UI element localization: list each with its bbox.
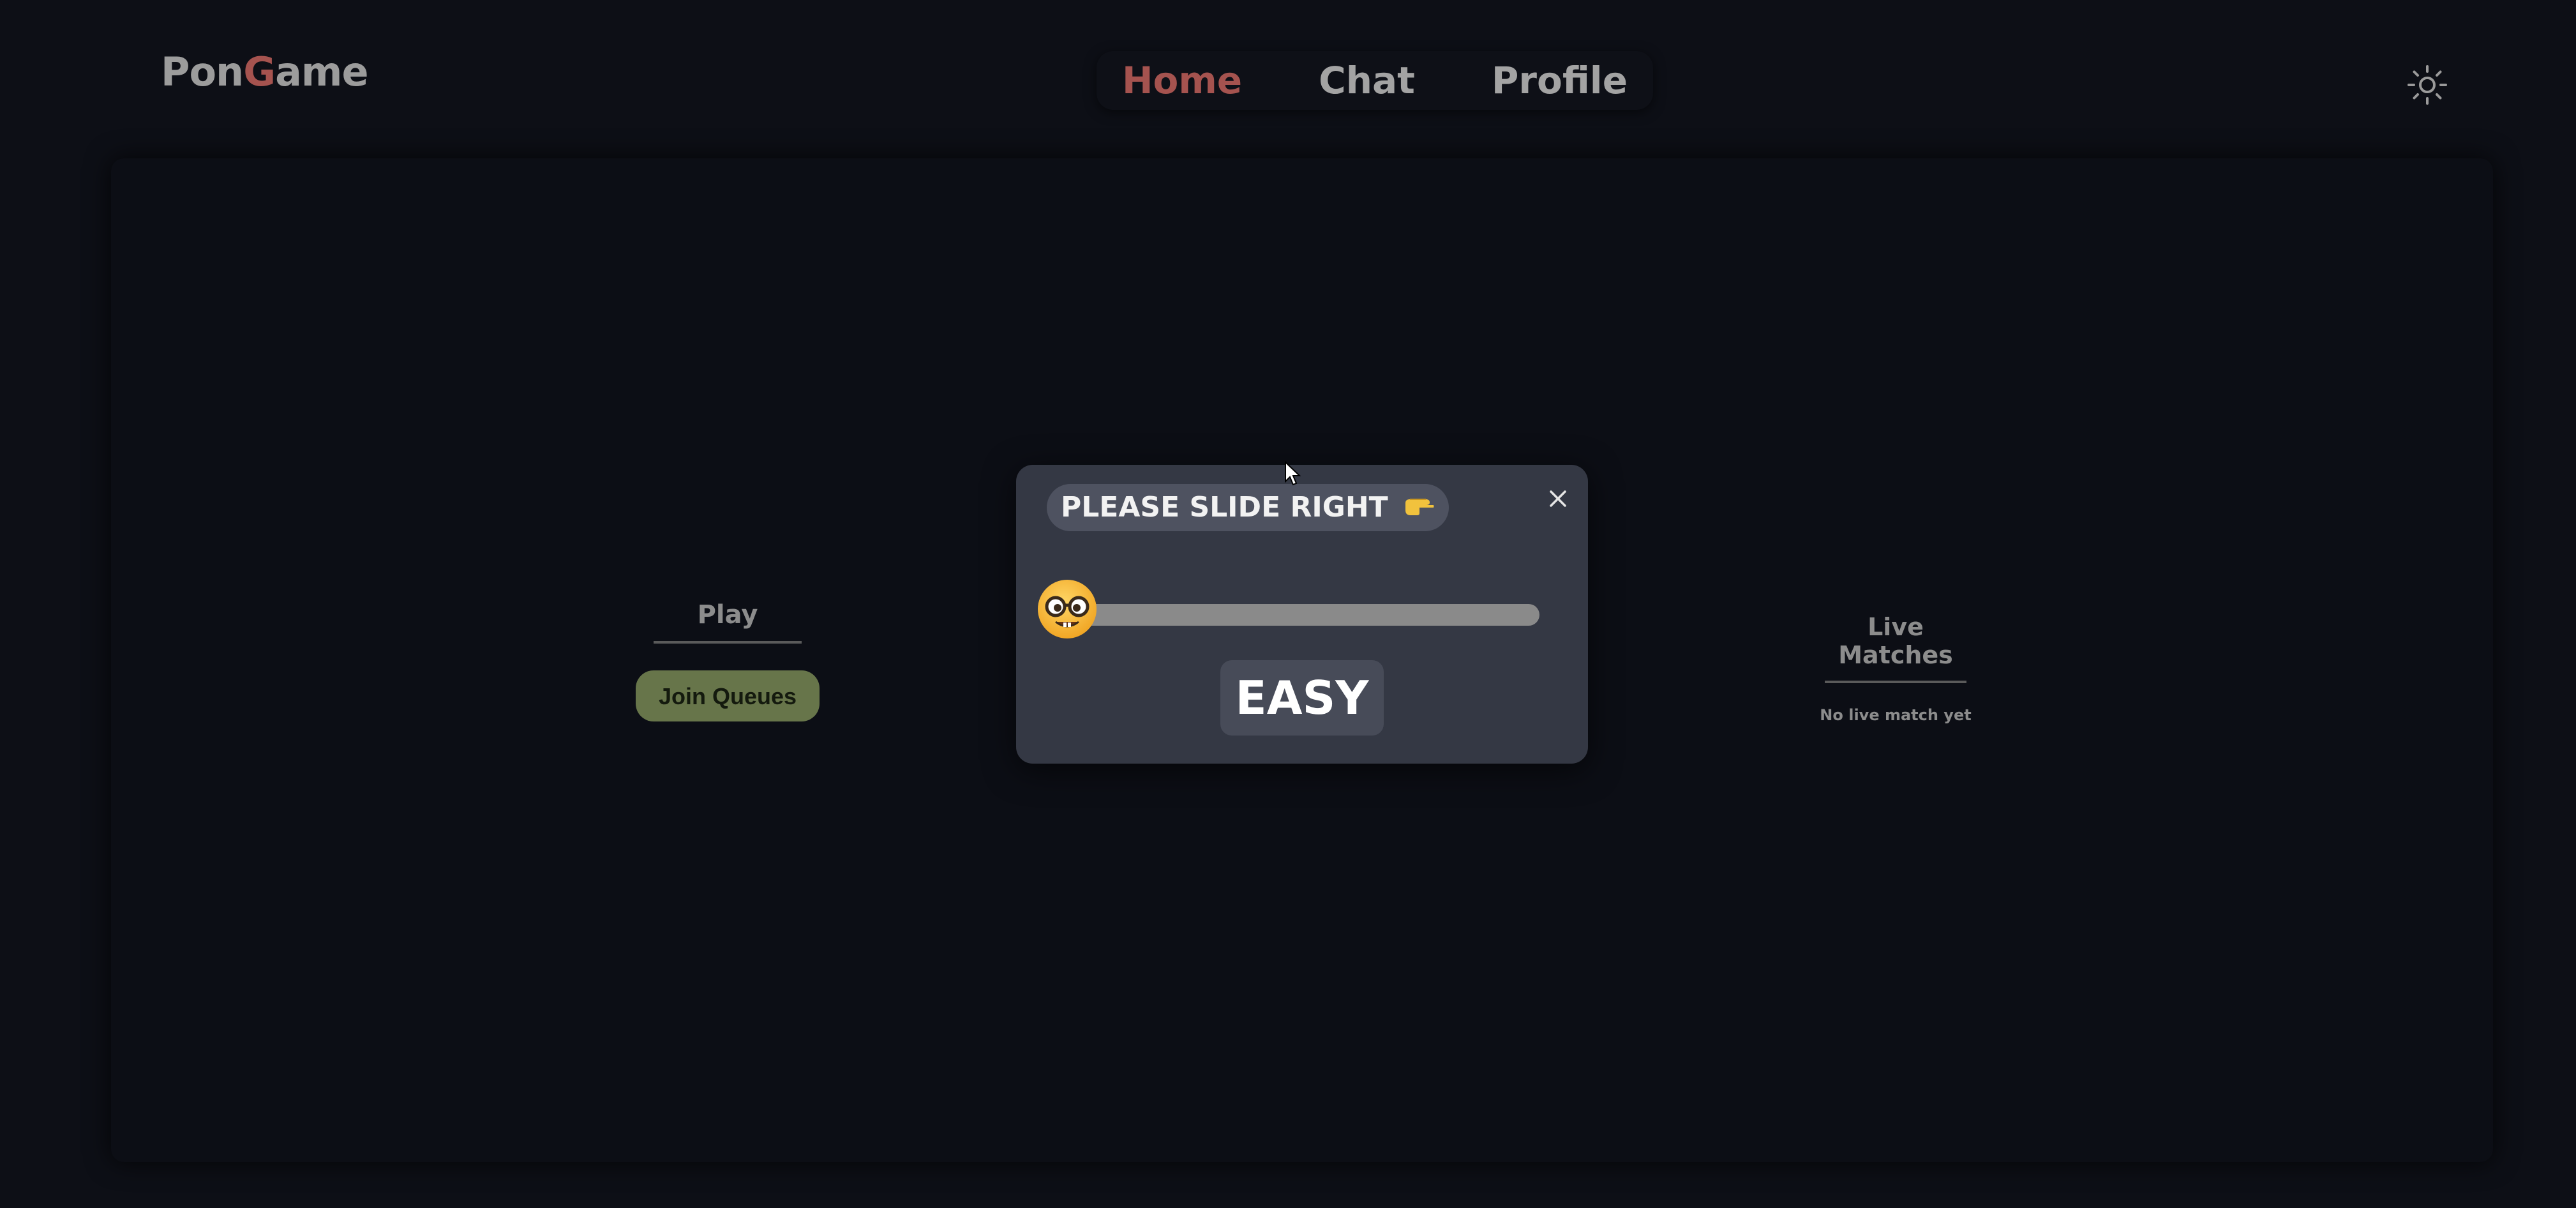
join-queues-button[interactable]: Join Queues	[636, 670, 820, 721]
sun-icon[interactable]	[2406, 64, 2448, 106]
mouse-cursor-icon	[1285, 461, 1301, 486]
slide-prompt-text: PLEASE SLIDE RIGHT	[1061, 491, 1388, 524]
difficulty-modal: PLEASE SLIDE RIGHT EASY	[1016, 465, 1588, 764]
nerd-face-icon[interactable]	[1037, 578, 1098, 640]
nav-profile[interactable]: Profile	[1492, 62, 1628, 99]
play-section: Play Join Queues	[632, 600, 823, 721]
slide-prompt: PLEASE SLIDE RIGHT	[1047, 484, 1449, 531]
logo-prefix: Pon	[161, 49, 244, 95]
pointing-right-hand-icon	[1405, 499, 1434, 515]
logo-suffix: ame	[275, 49, 368, 95]
nav-chat[interactable]: Chat	[1319, 62, 1415, 99]
nav-home[interactable]: Home	[1122, 62, 1242, 99]
difficulty-slider-track[interactable]	[1067, 604, 1539, 626]
play-heading: Play	[654, 600, 802, 644]
difficulty-label: EASY	[1220, 660, 1384, 736]
close-icon[interactable]	[1543, 484, 1573, 513]
top-bar: PonGame Home Chat Profile	[0, 0, 2576, 153]
logo-accent: G	[243, 49, 276, 95]
main-nav: Home Chat Profile	[1097, 51, 1653, 110]
logo[interactable]: PonGame	[161, 49, 369, 95]
live-matches-heading: Live Matches	[1825, 613, 1966, 683]
live-matches-section: Live Matches No live match yet	[1800, 613, 1991, 724]
live-matches-empty-text: No live match yet	[1820, 706, 1972, 724]
